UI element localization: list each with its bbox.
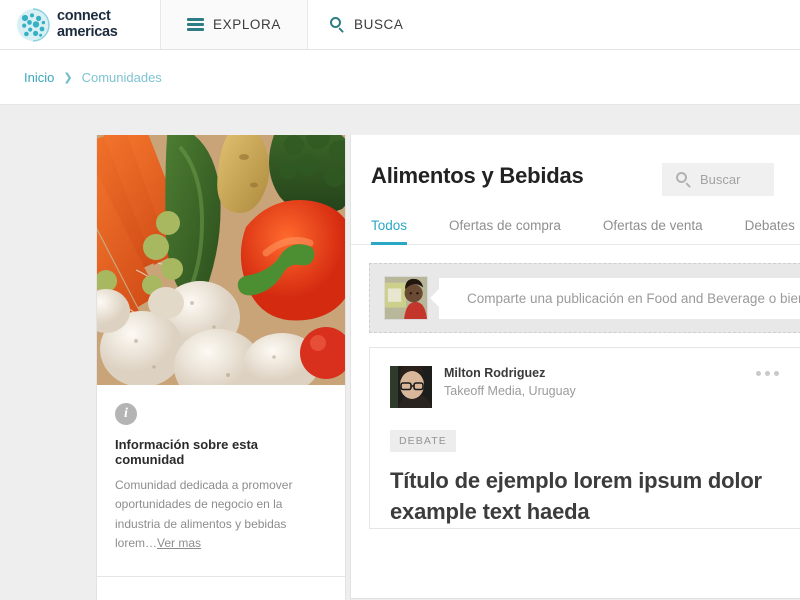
nav-busca-button[interactable]: BUSCA [308,0,426,49]
post-title[interactable]: Título de ejemplo lorem ipsum dolor exam… [390,466,800,528]
tab-ofertas-de-compra-label: Ofertas de compra [449,218,561,233]
page-title: Alimentos y Bebidas [371,163,584,188]
brand-logo[interactable]: connect americas [0,0,160,49]
brand-line-1: connect [57,8,111,25]
community-info-description: Comunidad dedicada a promover oportunida… [115,476,327,554]
author-avatar[interactable] [390,366,432,408]
content-tabs: Todos Ofertas de compra Ofertas de venta… [351,196,800,245]
community-info-title: Información sobre esta comunidad [115,437,259,467]
tab-debates-label: Debates [744,218,795,233]
breadcrumb: Inicio ❯ Comunidades [0,50,800,105]
nav-explora-label: EXPLORA [213,17,281,32]
tab-ofertas-de-venta-label: Ofertas de venta [602,218,703,233]
composer-bubble: Comparte una publicación en Food and Bev… [429,277,800,319]
community-main-panel: Alimentos y Bebidas Buscar Todos Ofertas… [350,135,800,599]
ellipsis-icon[interactable] [756,371,779,376]
post-author-block: Milton Rodriguez Takeoff Media, Uruguay [444,366,576,398]
tab-ofertas-de-venta[interactable]: Ofertas de venta [603,218,703,244]
post-card: Milton Rodriguez Takeoff Media, Uruguay … [369,347,800,529]
tab-debates[interactable]: Debates [745,218,795,244]
search-placeholder: Buscar [700,172,741,187]
breadcrumb-separator-icon: ❯ [63,71,73,84]
nav-busca-label: BUSCA [353,17,404,32]
brand-line-2: americas [57,23,118,40]
community-header: Alimentos y Bebidas Buscar [351,135,800,196]
post-author-name: Milton Rodriguez [444,366,546,380]
hamburger-menu-icon [187,18,204,31]
breadcrumb-item-comunidades[interactable]: Comunidades [82,70,162,85]
tab-todos-label: Todos [371,218,408,233]
post-author-meta: Takeoff Media, Uruguay [444,384,576,398]
connect-americas-globe-icon [16,7,50,42]
page-body: i Información sobre esta comunidad Comun… [0,105,800,600]
community-sidebar: i Información sobre esta comunidad Comun… [96,135,346,600]
composer-input[interactable]: Comparte una publicación en Food and Bev… [439,277,800,319]
top-navigation-bar: connect americas EXPLORA BUSCA [0,0,800,50]
search-icon [329,17,345,33]
brand-wordmark: connect americas [57,9,118,39]
community-hero-image [97,135,345,385]
post-header: Milton Rodriguez Takeoff Media, Uruguay [390,366,800,408]
current-user-avatar[interactable] [384,276,428,320]
search-input[interactable]: Buscar [662,163,774,196]
tab-todos[interactable]: Todos [371,218,408,245]
tab-ofertas-de-compra[interactable]: Ofertas de compra [449,218,561,244]
community-info-block: i Información sobre esta comunidad Comun… [97,385,345,577]
community-members-block: Miembros (1256) Ver todos [97,577,345,600]
community-info-text: Comunidad dedicada a promover oportunida… [115,478,293,551]
status-badge: DEBATE [390,430,456,452]
nav-explora-button[interactable]: EXPLORA [160,0,308,49]
info-icon: i [115,403,137,425]
community-feed: Comparte una publicación en Food and Bev… [351,245,800,529]
ver-mas-link[interactable]: Ver mas [157,536,201,550]
breadcrumb-item-inicio[interactable]: Inicio [24,70,54,85]
post-composer: Comparte una publicación en Food and Bev… [369,263,800,333]
search-icon [676,172,691,188]
